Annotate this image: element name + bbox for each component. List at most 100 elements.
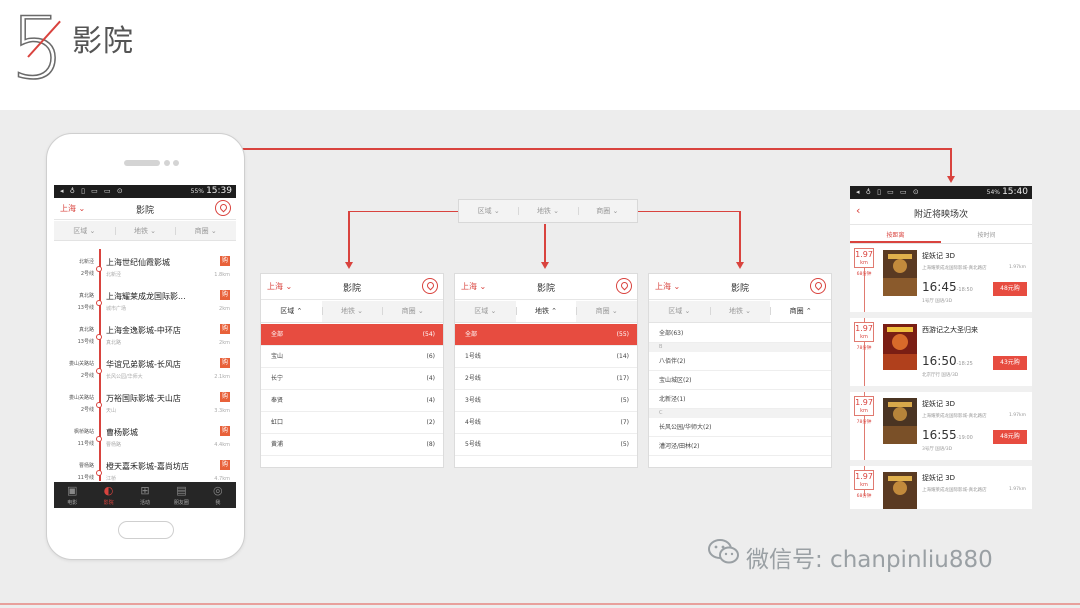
tab-by-time[interactable]: 按时间: [941, 227, 1032, 243]
clock: 15:39: [206, 186, 232, 196]
buy-badge[interactable]: 购: [220, 426, 230, 436]
option-item[interactable]: 宝山 (6): [261, 346, 443, 368]
filter-district[interactable]: 商圈 ⌄: [175, 221, 236, 240]
location-icon[interactable]: [215, 200, 231, 216]
profile-icon: ◎: [213, 484, 223, 497]
option-item[interactable]: 虹口 (2): [261, 412, 443, 434]
option-item[interactable]: 全部 (55): [455, 324, 637, 346]
nearby-showtimes-screen: ◂ ♁ ▯ ▭ ▭ ⊙ 54% 15:40 ‹ 附近将映场次 按距离 按时间 1…: [850, 186, 1032, 509]
buy-badge[interactable]: 购: [220, 392, 230, 402]
cinema-row[interactable]: 真北路 13号线 上海金逸影城-中环店 真北路 2km 购: [54, 319, 236, 353]
bottom-tab-bar: ▣ 电影 ◐ 影院 ⊞ 活动 ▤ 朋友圈 ◎ 我: [54, 482, 236, 508]
option-item[interactable]: 宝山城区(2): [649, 371, 831, 390]
movie-title: 西游记之大圣归来: [922, 326, 978, 334]
filter-district[interactable]: 商圈 ⌄: [576, 301, 637, 322]
gift-icon: ⊞: [140, 484, 150, 497]
wechat-icon: [708, 539, 739, 564]
cinema-address: 城市广场: [106, 306, 127, 312]
cinema-row[interactable]: 枫桥路站 11号线 曹杨影城 曹杨路 4.4km 购: [54, 421, 236, 455]
slide-header: [0, 0, 1080, 110]
cinema-distance: 2km: [219, 340, 230, 346]
filter-area[interactable]: 区域 ⌄: [455, 301, 516, 322]
showtime-card[interactable]: 1.97 km 78分钟 西游记之大圣归来 16:50-18:25 北京厅行 国语…: [850, 320, 1032, 392]
option-item[interactable]: 北新泾(1): [649, 390, 831, 409]
option-item[interactable]: 3号线 (5): [455, 390, 637, 412]
option-item[interactable]: 4号线 (7): [455, 412, 637, 434]
option-item[interactable]: 长风公园/华师大(2): [649, 418, 831, 437]
hall-info: 1号厅 国语/3D: [922, 299, 953, 304]
cinema-address: 真北路: [106, 340, 122, 346]
connector: [638, 211, 740, 212]
sort-tabs: 按距离 按时间: [850, 227, 1032, 244]
location-icon[interactable]: [422, 278, 438, 294]
tab-me[interactable]: ◎ 我: [200, 482, 236, 508]
filter-district[interactable]: 商圈 ⌄: [577, 200, 637, 222]
filter-metro[interactable]: 地铁 ⌃: [515, 301, 577, 322]
phone-sensor: [164, 160, 170, 166]
filter-district[interactable]: 商圈 ⌃: [770, 301, 831, 322]
nav-title: 附近将映场次: [913, 210, 968, 220]
filter-area[interactable]: 区域 ⌄: [54, 221, 115, 240]
location-icon[interactable]: [616, 278, 632, 294]
metro-station: 真北路: [78, 327, 94, 333]
metro-line: 11号线: [77, 441, 94, 447]
filter-area[interactable]: 区域 ⌄: [649, 301, 710, 322]
nav-bar: 上海 ⌄ 影院: [455, 274, 637, 300]
cinema-address: 长风公园/华师大: [106, 374, 143, 380]
option-item[interactable]: 漕河泾/田林(2): [649, 437, 831, 456]
tab-friends[interactable]: ▤ 朋友圈: [163, 482, 199, 508]
cinema-row[interactable]: 娄山关路站 2号线 华谊兄弟影城-长风店 长风公园/华师大 2.1km 购: [54, 353, 236, 387]
timeline-dot: [96, 436, 102, 442]
group-header: C: [649, 409, 831, 418]
cinema-row[interactable]: 娄山关路站 2号线 万裕国际影城-天山店 天山 3.3km 购: [54, 387, 236, 421]
option-item[interactable]: 1号线 (14): [455, 346, 637, 368]
tab-by-distance[interactable]: 按距离: [850, 227, 941, 243]
option-item[interactable]: 奉贤 (4): [261, 390, 443, 412]
option-item[interactable]: 5号线 (5): [455, 434, 637, 456]
option-item[interactable]: 黄浦 (8): [261, 434, 443, 456]
cinema-row[interactable]: 真北路 13号线 上海耀莱成龙国际影... 城市广场 2km 购: [54, 285, 236, 319]
metro-station: 北新泾: [78, 259, 94, 265]
showtime-card[interactable]: 1.97 km 78分钟 捉妖记 3D 上海耀莱成龙国际影城-真北路店 1.97k…: [850, 394, 1032, 466]
buy-badge[interactable]: 购: [220, 460, 230, 470]
buy-badge[interactable]: 购: [220, 324, 230, 334]
filter-metro[interactable]: 地铁 ⌄: [114, 221, 176, 240]
filter-area[interactable]: 区域 ⌄: [459, 200, 518, 222]
arrow-down-icon: [947, 176, 955, 183]
option-item[interactable]: 全部 (54): [261, 324, 443, 346]
filter-metro[interactable]: 地铁 ⌄: [709, 301, 771, 322]
option-item[interactable]: 八佰伴(2): [649, 352, 831, 371]
showtime-card[interactable]: 1.97 km 68分钟 捉妖记 3D 上海耀莱成龙国际影城-真北路店 1.97k…: [850, 246, 1032, 318]
tab-events[interactable]: ⊞ 活动: [127, 482, 163, 508]
connector: [218, 148, 952, 150]
option-item[interactable]: 全部(63): [649, 324, 831, 343]
buy-ticket-button[interactable]: 48元购: [993, 282, 1027, 296]
showtime-card[interactable]: 1.97 km 68分钟 捉妖记 3D 上海耀莱成龙国际影城-真北路店 1.97k…: [850, 468, 1032, 509]
location-icon[interactable]: [810, 278, 826, 294]
nav-bar: 上海 ⌄ 影院: [649, 274, 831, 300]
buy-badge[interactable]: 购: [220, 290, 230, 300]
phone-home-button[interactable]: [118, 521, 174, 539]
filter-metro[interactable]: 地铁 ⌄: [518, 200, 577, 222]
buy-ticket-button[interactable]: 43元购: [993, 356, 1027, 370]
filter-metro[interactable]: 地铁 ⌄: [321, 301, 383, 322]
buy-ticket-button[interactable]: 48元购: [993, 430, 1027, 444]
filter-area[interactable]: 区域 ⌃: [261, 301, 322, 322]
metro-line: 2号线: [80, 271, 94, 277]
battery-level: 54%: [986, 189, 1000, 196]
tab-cinemas[interactable]: ◐ 影院: [90, 482, 126, 508]
cinema-distance: 1.97km: [1008, 413, 1026, 418]
phone-sensor: [173, 160, 179, 166]
arrow-down-icon: [541, 262, 549, 269]
buy-badge[interactable]: 购: [220, 358, 230, 368]
option-item[interactable]: 2号线 (17): [455, 368, 637, 390]
distance-badge: 1.97 km: [854, 322, 874, 342]
filter-district[interactable]: 商圈 ⌄: [382, 301, 443, 322]
cinema-row[interactable]: 北新泾 2号线 上海世纪仙霞影城 北新泾 1.8km 购: [54, 251, 236, 285]
timeline-dot: [96, 300, 102, 306]
section-title: 影院: [72, 24, 134, 59]
tab-movies[interactable]: ▣ 电影: [54, 482, 90, 508]
buy-badge[interactable]: 购: [220, 256, 230, 266]
option-item[interactable]: 长宁 (4): [261, 368, 443, 390]
timeline-dot: [96, 402, 102, 408]
